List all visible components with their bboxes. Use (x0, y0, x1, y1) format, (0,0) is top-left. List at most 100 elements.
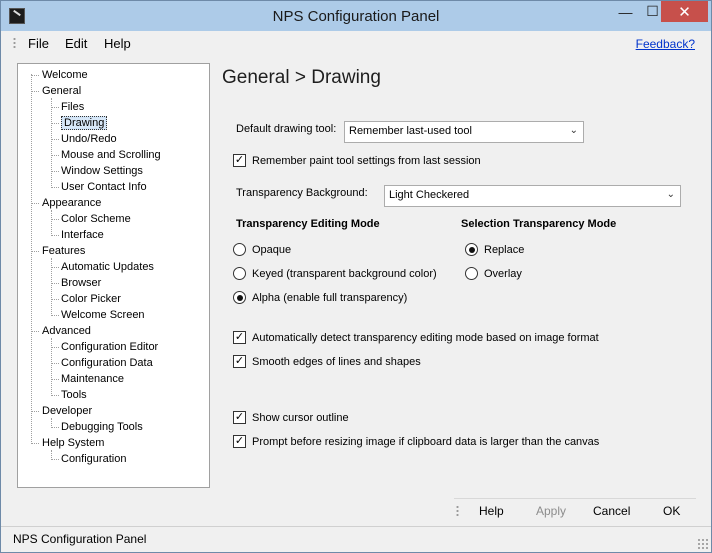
tree-connector (51, 450, 52, 458)
tree-item-user-contact-info[interactable]: User Contact Info (61, 180, 147, 194)
tree-item-automatic-updates[interactable]: Automatic Updates (61, 260, 154, 274)
tree-connector (51, 171, 59, 172)
tree-item-configuration-editor[interactable]: Configuration Editor (61, 340, 158, 354)
dialog-button-bar: Help Apply Cancel OK (454, 498, 696, 524)
tree-item-interface[interactable]: Interface (61, 228, 104, 242)
cancel-button[interactable]: Cancel (593, 504, 630, 518)
default-tool-dropdown[interactable]: Remember last-used tool ⌄ (344, 121, 584, 143)
title-bar[interactable]: NPS Configuration Panel — ☐ ✕ (1, 1, 711, 31)
feedback-link[interactable]: Feedback? (636, 37, 695, 51)
tree-item-tools[interactable]: Tools (61, 388, 87, 402)
tree-connector (31, 411, 39, 412)
prompt-resize-label: Prompt before resizing image if clipboar… (252, 436, 600, 448)
remember-settings-checkbox[interactable]: ✓ (233, 154, 246, 167)
tree-item-configuration[interactable]: Configuration (61, 452, 126, 466)
tree-item-undo-redo[interactable]: Undo/Redo (61, 132, 117, 146)
application-window: NPS Configuration Panel — ☐ ✕ File Edit … (0, 0, 712, 553)
tree-item-general[interactable]: General (42, 84, 81, 98)
transparency-bg-value: Light Checkered (389, 189, 470, 201)
tree-item-maintenance[interactable]: Maintenance (61, 372, 124, 386)
keyed-radio[interactable] (233, 267, 246, 280)
auto-detect-checkbox[interactable]: ✓ (233, 331, 246, 344)
default-tool-value: Remember last-used tool (349, 125, 472, 137)
tree-connector (51, 418, 52, 426)
tree-connector (51, 139, 59, 140)
tree-item-welcome[interactable]: Welcome (42, 68, 88, 82)
tree-connector (51, 219, 59, 220)
resize-grip-icon[interactable] (697, 538, 708, 549)
tree-item-label: Welcome (42, 69, 88, 81)
tree-item-configuration-data[interactable]: Configuration Data (61, 356, 153, 370)
tree-connector (51, 283, 59, 284)
tree-connector (31, 331, 39, 332)
overlay-radio[interactable] (465, 267, 478, 280)
cursor-outline-label: Show cursor outline (252, 412, 349, 424)
tree-connector (51, 107, 59, 108)
chevron-down-icon: ⌄ (666, 189, 675, 200)
smooth-edges-checkbox[interactable]: ✓ (233, 355, 246, 368)
tree-connector (51, 299, 59, 300)
minimize-button[interactable]: — (612, 1, 639, 22)
apply-button[interactable]: Apply (536, 504, 566, 518)
tree-item-drawing[interactable]: Drawing (61, 116, 108, 130)
ok-button[interactable]: OK (663, 504, 680, 518)
tree-item-label: Appearance (42, 197, 102, 209)
transparency-bg-dropdown[interactable]: Light Checkered ⌄ (384, 185, 681, 207)
tree-connector (51, 210, 52, 234)
menu-file[interactable]: File (28, 36, 49, 51)
tree-item-appearance[interactable]: Appearance (42, 196, 101, 210)
tree-item-label: Mouse and Scrolling (61, 149, 161, 161)
tree-item-label: Undo/Redo (61, 133, 117, 145)
keyed-label: Keyed (transparent background color) (252, 268, 437, 280)
tree-item-developer[interactable]: Developer (42, 404, 92, 418)
tree-item-label: Browser (61, 277, 102, 289)
cursor-outline-checkbox[interactable]: ✓ (233, 411, 246, 424)
tree-connector (51, 459, 59, 460)
tree-item-window-settings[interactable]: Window Settings (61, 164, 143, 178)
tree-item-browser[interactable]: Browser (61, 276, 101, 290)
tree-item-label: Configuration Data (61, 357, 153, 369)
overlay-label: Overlay (484, 268, 522, 280)
prompt-resize-checkbox[interactable]: ✓ (233, 435, 246, 448)
tree-item-mouse-and-scrolling[interactable]: Mouse and Scrolling (61, 148, 161, 162)
tree-item-advanced[interactable]: Advanced (42, 324, 91, 338)
tree-connector (51, 187, 59, 188)
tree-item-label: Window Settings (61, 165, 143, 177)
tree-item-label: Interface (61, 229, 104, 241)
tree-connector (31, 74, 32, 444)
tree-item-color-picker[interactable]: Color Picker (61, 292, 121, 306)
tree-item-label: Welcome Screen (61, 309, 145, 321)
status-bar: NPS Configuration Panel (1, 526, 711, 552)
help-button[interactable]: Help (479, 504, 504, 518)
tree-connector (51, 363, 59, 364)
auto-detect-label: Automatically detect transparency editin… (252, 332, 599, 344)
tree-item-files[interactable]: Files (61, 100, 84, 114)
tree-item-debugging-tools[interactable]: Debugging Tools (61, 420, 143, 434)
menu-help[interactable]: Help (104, 36, 131, 51)
smooth-edges-label: Smooth edges of lines and shapes (252, 356, 421, 368)
tree-item-label: Debugging Tools (61, 421, 143, 433)
tree-item-label: Color Picker (61, 293, 121, 305)
tree-connector (51, 98, 52, 186)
toolbar-grip-icon[interactable] (13, 37, 16, 50)
tree-item-help-system[interactable]: Help System (42, 436, 104, 450)
opaque-radio[interactable] (233, 243, 246, 256)
menu-edit[interactable]: Edit (65, 36, 87, 51)
alpha-radio[interactable] (233, 291, 246, 304)
close-button[interactable]: ✕ (661, 1, 708, 22)
chevron-down-icon: ⌄ (569, 125, 578, 136)
tree-connector (51, 315, 59, 316)
toolbar-grip-icon[interactable] (456, 505, 459, 518)
tree-item-label: Configuration (61, 453, 127, 465)
tree-item-label: Configuration Editor (61, 341, 159, 353)
tree-item-color-scheme[interactable]: Color Scheme (61, 212, 131, 226)
tree-item-welcome-screen[interactable]: Welcome Screen (61, 308, 145, 322)
tree-connector (51, 347, 59, 348)
tree-connector (31, 203, 39, 204)
tree-item-features[interactable]: Features (42, 244, 85, 258)
replace-radio[interactable] (465, 243, 478, 256)
tree-connector (51, 267, 59, 268)
settings-tree[interactable]: Welcome General Files Drawing Undo/Redo Mouse… (17, 63, 210, 488)
menu-bar: File Edit Help Feedback? (1, 31, 711, 55)
tree-item-label: General (42, 85, 82, 97)
